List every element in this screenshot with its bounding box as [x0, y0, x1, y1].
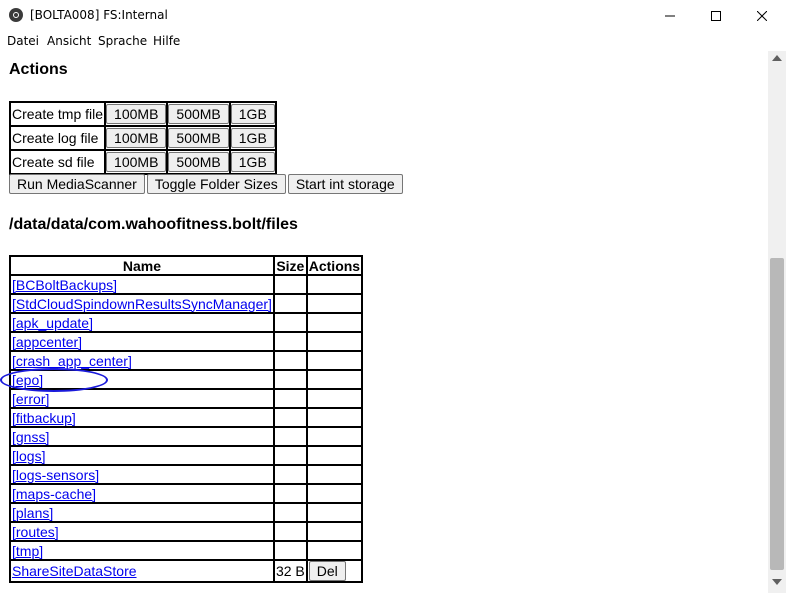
table-row: [tmp]	[10, 541, 363, 560]
scroll-up-icon[interactable]	[772, 55, 782, 61]
create-tmp-1gb-button[interactable]: 1GB	[230, 104, 275, 124]
vertical-scrollbar[interactable]	[768, 51, 786, 593]
folder-link[interactable]: [apk_update]	[12, 315, 93, 331]
folder-link[interactable]: [error]	[12, 391, 49, 407]
table-row: [routes]	[10, 522, 363, 541]
table-row: [fitbackup]	[10, 408, 363, 427]
folder-link[interactable]: [plans]	[12, 505, 53, 521]
create-sd-500mb-button[interactable]: 500MB	[168, 152, 229, 172]
run-mediascanner-button[interactable]: Run MediaScanner	[9, 174, 145, 194]
close-icon	[757, 11, 767, 21]
table-row: ShareSiteDataStore 32 B Del	[10, 560, 363, 582]
file-table-header: Name Size Actions	[10, 256, 363, 275]
toggle-folder-sizes-button[interactable]: Toggle Folder Sizes	[146, 174, 286, 194]
create-sd-row: Create sd file 100MB 500MB 1GB	[10, 150, 276, 174]
minimize-icon	[665, 15, 675, 17]
folder-link[interactable]: [appcenter]	[12, 334, 82, 350]
menu-ansicht[interactable]: Ansicht	[47, 34, 91, 48]
folder-link[interactable]: [StdCloudSpindownResultsSyncManager]	[12, 296, 272, 312]
folder-link[interactable]: [routes]	[12, 524, 59, 540]
start-int-storage-button[interactable]: Start int storage	[287, 174, 403, 194]
table-row: [maps-cache]	[10, 484, 363, 503]
table-row: [appcenter]	[10, 332, 363, 351]
table-row: [BCBoltBackups]	[10, 275, 363, 294]
table-row: [logs-sensors]	[10, 465, 363, 484]
window-title: [BOLTA008] FS:Internal	[30, 8, 168, 22]
file-table: Name Size Actions [BCBoltBackups] [StdCl…	[9, 255, 364, 583]
path-heading: /data/data/com.wahoofitness.bolt/files	[9, 216, 298, 233]
table-row: [apk_update]	[10, 313, 363, 332]
create-tmp-label: Create tmp file	[10, 102, 106, 126]
table-row: [gnss]	[10, 427, 363, 446]
close-button[interactable]	[739, 0, 785, 32]
create-log-label: Create log file	[10, 126, 106, 150]
folder-link[interactable]: [fitbackup]	[12, 410, 76, 426]
app-icon	[9, 8, 23, 22]
column-name: Name	[10, 256, 274, 275]
column-actions: Actions	[306, 256, 363, 275]
maximize-icon	[711, 11, 721, 21]
folder-link[interactable]: [logs]	[12, 448, 45, 464]
create-log-row: Create log file 100MB 500MB 1GB	[10, 126, 276, 150]
scrollbar-thumb[interactable]	[770, 258, 784, 570]
table-row: [epo]	[10, 370, 363, 389]
folder-link[interactable]: [logs-sensors]	[12, 467, 99, 483]
folder-link[interactable]: [maps-cache]	[12, 486, 96, 502]
actions-heading: Actions	[9, 61, 68, 78]
menu-datei[interactable]: Datei	[7, 34, 39, 48]
create-file-table: Create tmp file 100MB 500MB 1GB Create l…	[9, 101, 277, 175]
page-content: Actions Create tmp file 100MB 500MB 1GB …	[0, 51, 768, 593]
create-sd-label: Create sd file	[10, 150, 106, 174]
folder-link[interactable]: [crash_app_center]	[12, 353, 132, 369]
folder-link[interactable]: [tmp]	[12, 543, 43, 559]
file-size: 32 B	[273, 560, 307, 582]
file-link[interactable]: ShareSiteDataStore	[12, 563, 137, 579]
create-tmp-100mb-button[interactable]: 100MB	[106, 104, 167, 124]
maximize-button[interactable]	[693, 0, 739, 32]
create-tmp-row: Create tmp file 100MB 500MB 1GB	[10, 102, 276, 126]
menu-hilfe[interactable]: Hilfe	[153, 34, 180, 48]
create-tmp-500mb-button[interactable]: 500MB	[168, 104, 229, 124]
table-row: [plans]	[10, 503, 363, 522]
menu-bar: Datei Ansicht Sprache Hilfe	[0, 32, 786, 51]
minimize-button[interactable]	[647, 0, 693, 32]
folder-link-epo[interactable]: [epo]	[12, 372, 43, 388]
create-log-1gb-button[interactable]: 1GB	[230, 128, 275, 148]
table-row: [error]	[10, 389, 363, 408]
table-row: [StdCloudSpindownResultsSyncManager]	[10, 294, 363, 313]
create-sd-100mb-button[interactable]: 100MB	[106, 152, 167, 172]
create-log-500mb-button[interactable]: 500MB	[168, 128, 229, 148]
folder-link[interactable]: [gnss]	[12, 429, 49, 445]
action-buttons: Run MediaScanner Toggle Folder Sizes Sta…	[9, 174, 403, 194]
column-size: Size	[273, 256, 307, 275]
folder-link[interactable]: [BCBoltBackups]	[12, 277, 117, 293]
delete-button[interactable]: Del	[308, 561, 346, 581]
create-sd-1gb-button[interactable]: 1GB	[230, 152, 275, 172]
title-bar: [BOLTA008] FS:Internal	[0, 0, 786, 32]
scroll-down-icon[interactable]	[772, 579, 782, 585]
table-row: [crash_app_center]	[10, 351, 363, 370]
table-row: [logs]	[10, 446, 363, 465]
create-log-100mb-button[interactable]: 100MB	[106, 128, 167, 148]
menu-sprache[interactable]: Sprache	[98, 34, 147, 48]
